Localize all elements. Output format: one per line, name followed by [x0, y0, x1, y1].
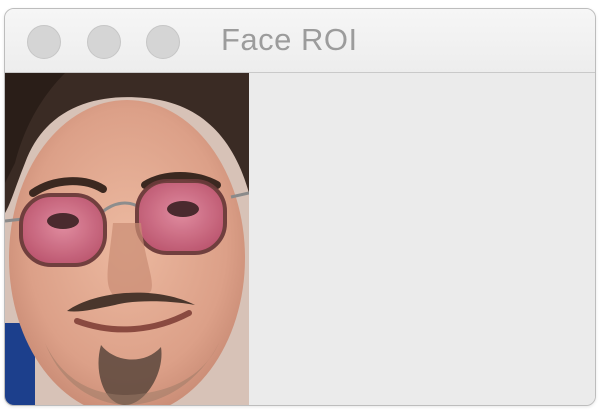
minimize-button[interactable] — [87, 25, 121, 59]
close-button[interactable] — [27, 25, 61, 59]
image-canvas — [5, 73, 595, 405]
face-roi-image — [5, 73, 249, 405]
window-title: Face ROI — [221, 22, 358, 57]
title-bar[interactable]: Face ROI — [5, 9, 595, 73]
zoom-button[interactable] — [146, 25, 180, 59]
face-photo-icon — [5, 73, 249, 405]
face-roi-window: Face ROI — [4, 8, 596, 406]
